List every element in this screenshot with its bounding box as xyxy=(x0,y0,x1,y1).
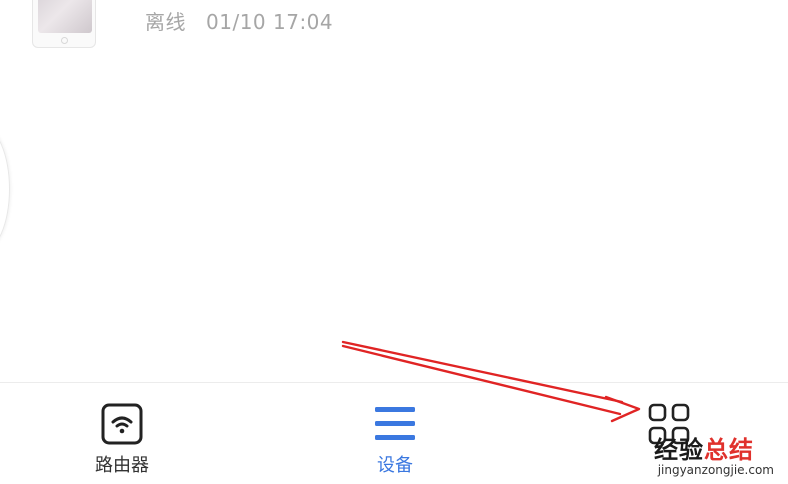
device-screen-image xyxy=(38,0,92,33)
tab-router-label: 路由器 xyxy=(95,455,149,476)
watermark-title-part1: 经验 xyxy=(654,436,704,464)
app-screen: 离线 01/10 17:04 路由器 设备 经验总结 jingyanzongji… xyxy=(0,0,788,484)
wifi-icon xyxy=(101,403,143,445)
device-last-seen: 01/10 17:04 xyxy=(206,10,334,34)
watermark-url: jingyanzongjie.com xyxy=(657,463,774,477)
tab-device-label: 设备 xyxy=(377,455,413,476)
watermark-logo: 经验总结 jingyanzongjie.com xyxy=(640,430,788,484)
floating-side-button[interactable] xyxy=(0,126,10,252)
device-status-line: 离线 01/10 17:04 xyxy=(145,6,333,35)
watermark-title: 经验总结 xyxy=(640,430,788,465)
tab-device[interactable]: 设备 xyxy=(335,401,455,481)
device-status-text: 离线 xyxy=(145,10,186,34)
device-list-item[interactable]: 离线 01/10 17:04 xyxy=(0,0,788,60)
watermark-title-part2: 总结 xyxy=(704,436,754,464)
tab-router[interactable]: 路由器 xyxy=(62,401,182,481)
device-thumbnail xyxy=(32,0,96,48)
home-button-icon xyxy=(61,37,68,44)
menu-lines-icon xyxy=(375,407,415,440)
